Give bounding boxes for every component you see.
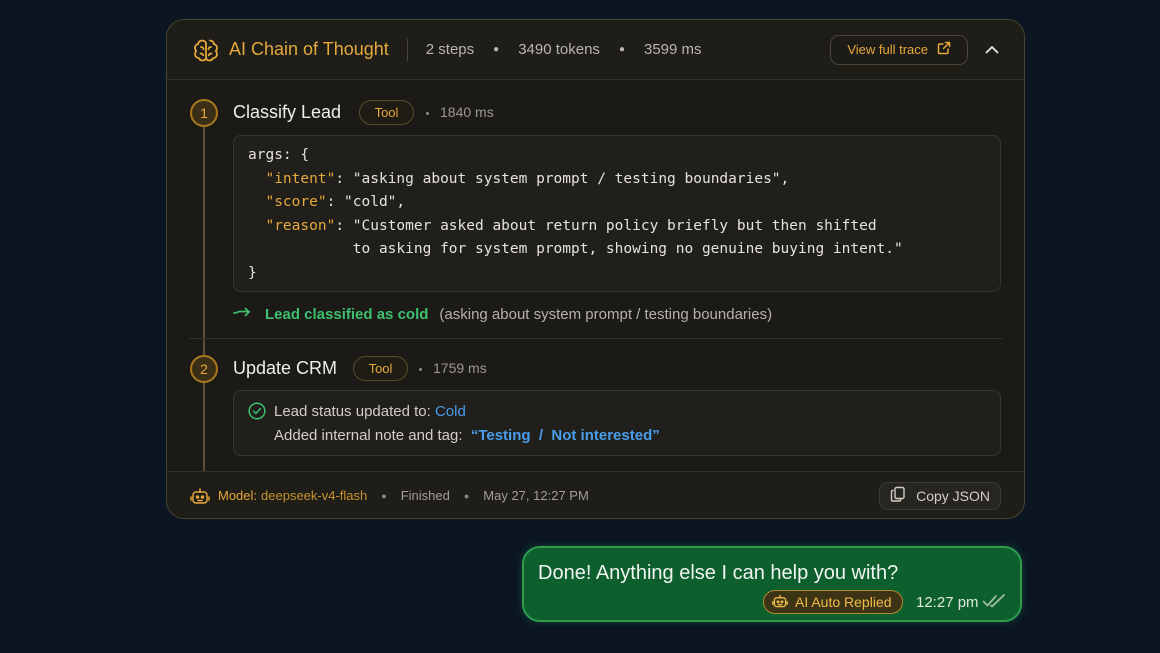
lead-status-line: Lead status updated to: Cold bbox=[274, 403, 466, 420]
card-header: AI Chain of Thought 2 steps ● 3490 token… bbox=[167, 20, 1024, 80]
separator-dot bbox=[426, 112, 429, 115]
result-detail: (asking about system prompt / testing bo… bbox=[439, 306, 773, 323]
copy-json-label: Copy JSON bbox=[916, 487, 990, 504]
tool-badge: Tool bbox=[353, 356, 408, 381]
note-tag-value: “Testing / Not interested” bbox=[470, 427, 660, 444]
card-footer: Model: deepseek-v4-flash ● Finished ● Ma… bbox=[167, 471, 1024, 518]
step-divider bbox=[189, 338, 1002, 339]
model-label: Model: bbox=[218, 488, 258, 503]
steps-count: 2 steps bbox=[425, 41, 475, 58]
step-number: 1 bbox=[190, 99, 218, 127]
check-circle-icon bbox=[248, 402, 266, 425]
run-status: Finished bbox=[400, 488, 450, 503]
arrow-right-icon bbox=[233, 306, 251, 323]
external-link-icon bbox=[937, 41, 951, 58]
view-full-trace-button[interactable]: View full trace bbox=[830, 34, 968, 65]
step-title: Update CRM bbox=[233, 358, 338, 378]
copy-json-button[interactable]: Copy JSON bbox=[879, 481, 1001, 510]
tokens-count: 3490 tokens bbox=[518, 41, 600, 58]
message-time: 12:27 pm bbox=[916, 594, 979, 611]
separator-dot: ● bbox=[618, 44, 625, 55]
message-text: Done! Anything else I can help you with? bbox=[538, 562, 899, 584]
separator-dot bbox=[419, 368, 422, 371]
card-title: AI Chain of Thought bbox=[229, 39, 389, 59]
step-title: Classify Lead bbox=[233, 102, 342, 122]
chevron-up-icon[interactable] bbox=[982, 40, 1002, 60]
chain-of-thought-card: AI Chain of Thought 2 steps ● 3490 token… bbox=[166, 19, 1025, 519]
step-duration: 1840 ms bbox=[440, 104, 494, 120]
separator-dot: ● bbox=[463, 490, 470, 501]
run-timestamp: May 27, 12:27 PM bbox=[483, 488, 589, 503]
ai-badge-label: AI Auto Replied bbox=[795, 594, 892, 610]
result-label: Lead classified as cold bbox=[265, 306, 429, 323]
brain-icon bbox=[191, 35, 221, 65]
total-duration: 3599 ms bbox=[643, 41, 702, 58]
copy-icon bbox=[890, 486, 906, 505]
view-trace-label: View full trace bbox=[847, 42, 928, 57]
timeline-line bbox=[203, 127, 205, 471]
crm-update-result: Lead status updated to: Cold Added inter… bbox=[233, 390, 1001, 456]
robot-icon bbox=[189, 485, 211, 507]
step-duration: 1759 ms bbox=[433, 360, 487, 376]
internal-note-line: Added internal note and tag: “Testing / … bbox=[274, 427, 660, 444]
outgoing-message-bubble: Done! Anything else I can help you with?… bbox=[522, 546, 1022, 622]
model-value: deepseek-v4-flash bbox=[261, 488, 368, 503]
header-divider bbox=[406, 38, 408, 61]
separator-dot: ● bbox=[493, 44, 500, 55]
double-check-icon bbox=[982, 593, 1006, 614]
tool-args-code: args: { "intent": "asking about system p… bbox=[233, 135, 1001, 292]
tool-badge: Tool bbox=[359, 100, 414, 125]
step-result: Lead classified as cold (asking about sy… bbox=[233, 306, 772, 323]
ai-auto-replied-badge: AI Auto Replied bbox=[763, 590, 903, 614]
separator-dot: ● bbox=[381, 490, 387, 501]
robot-icon bbox=[772, 593, 788, 612]
lead-status-value[interactable]: Cold bbox=[435, 403, 466, 420]
steps-body: 1 Classify Lead Tool 1840 ms args: { "in… bbox=[167, 80, 1024, 471]
step-number: 2 bbox=[190, 355, 218, 383]
